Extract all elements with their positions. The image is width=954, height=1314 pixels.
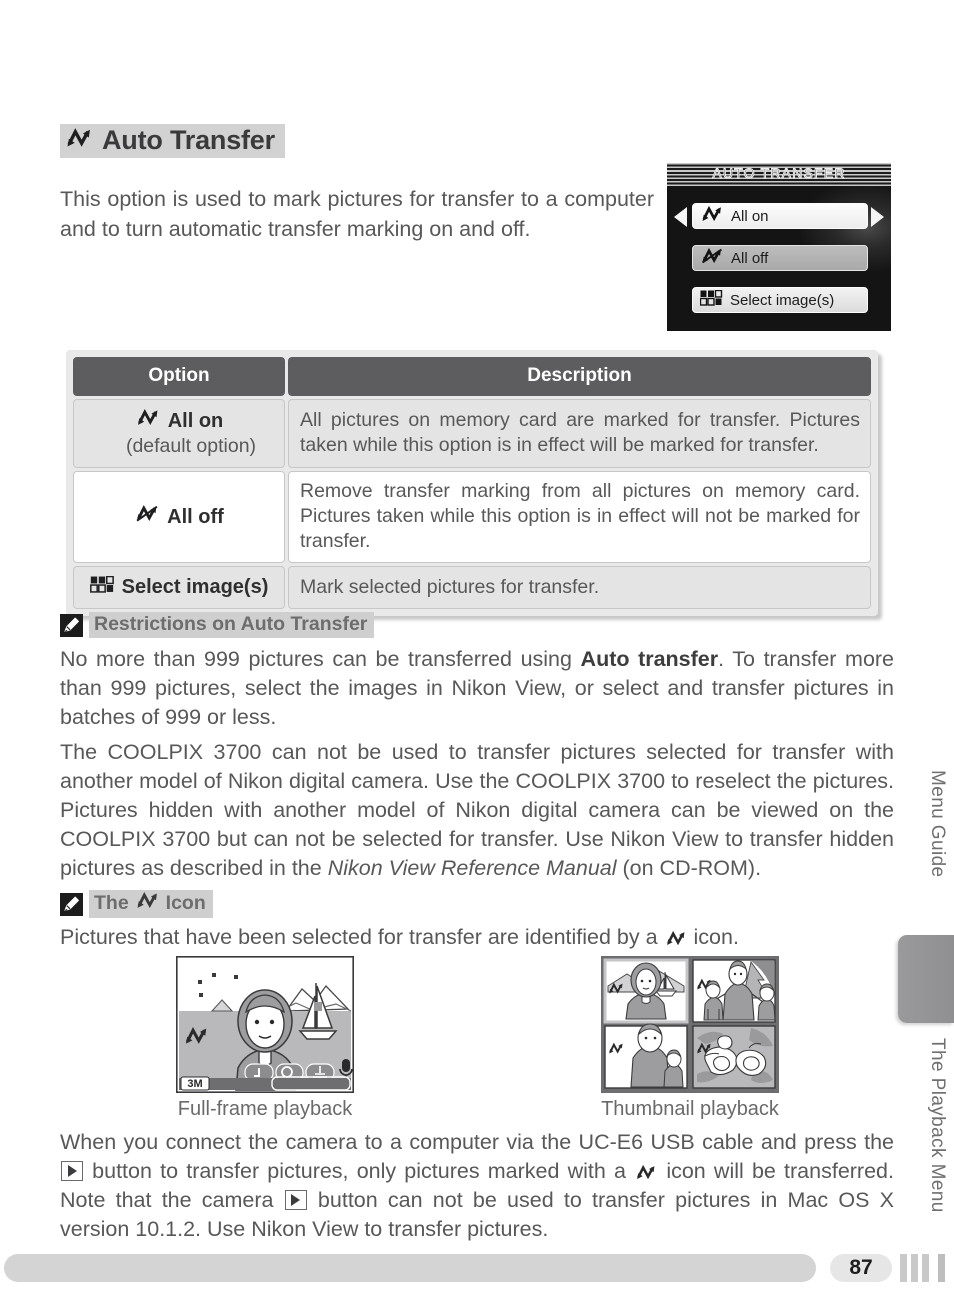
lcd-title-text: AUTO TRANSFER xyxy=(712,165,846,182)
footer-bar xyxy=(4,1254,816,1282)
table-row: All on (default option) All pictures on … xyxy=(73,399,871,468)
transfer-icon xyxy=(64,127,94,154)
note-title-label: Restrictions on Auto Transfer xyxy=(94,613,368,635)
right-arrow-icon[interactable] xyxy=(871,207,884,227)
transfer-icon xyxy=(634,1159,658,1183)
thumbnail-grid-icon xyxy=(699,289,723,310)
thumbnail-3 xyxy=(604,1023,688,1089)
lcd-menu-item-label: Select image(s) xyxy=(730,291,835,309)
option-sublabel: (default option) xyxy=(125,435,257,457)
left-arrow-icon[interactable] xyxy=(674,207,687,227)
note-paragraph-3: Pictures that have been selected for tra… xyxy=(60,925,739,949)
side-label-playback-menu: The Playback Menu xyxy=(927,1038,948,1213)
page-number: 87 xyxy=(830,1254,892,1282)
manual-page: Auto Transfer This option is used to mar… xyxy=(0,0,954,1314)
full-frame-playback-figure: 3M xyxy=(176,956,354,1093)
note-title-text: Restrictions on Auto Transfer xyxy=(89,612,375,638)
option-cell-all-off: All off xyxy=(73,471,285,563)
thumbnail-4 xyxy=(692,1025,776,1089)
pencil-icon xyxy=(60,613,83,637)
intro-paragraph: This option is used to mark pictures for… xyxy=(60,186,654,241)
side-label-menu-guide: Menu Guide xyxy=(927,770,948,878)
lcd-menu-item-label: All on xyxy=(731,207,769,225)
description-cell: Mark selected pictures for transfer. xyxy=(288,566,871,609)
figure-caption-thumbnail: Thumbnail playback xyxy=(601,1098,779,1120)
transfer-off-icon xyxy=(700,247,724,269)
option-label: All on xyxy=(167,409,224,432)
option-label: Select image(s) xyxy=(121,576,269,598)
note-heading-restrictions: Restrictions on Auto Transfer xyxy=(60,612,375,638)
side-tab-marker[interactable] xyxy=(898,935,954,1023)
options-table: Option Description All on (default optio… xyxy=(66,350,878,616)
transfer-icon xyxy=(135,408,161,434)
lcd-menu-item-all-on[interactable]: All on xyxy=(692,203,868,229)
table-row: Select image(s) Mark selected pictures f… xyxy=(73,566,871,609)
footer-tick xyxy=(922,1254,929,1282)
description-cell: Remove transfer marking from all picture… xyxy=(288,471,871,563)
table-header-row: Option Description xyxy=(73,357,871,396)
column-header-option: Option xyxy=(73,357,285,396)
option-cell-select-images: Select image(s) xyxy=(73,566,285,609)
note-title-suffix: Icon xyxy=(165,892,206,914)
thumbnail-1 xyxy=(603,958,689,1024)
transfer-icon xyxy=(664,925,688,949)
figure-caption-full-frame: Full-frame playback xyxy=(177,1098,353,1120)
lcd-menu-item-label: All off xyxy=(731,249,769,267)
column-header-description: Description xyxy=(288,357,871,396)
lcd-menu-item-select-images[interactable]: Select image(s) xyxy=(692,287,868,313)
note-title-prefix: The xyxy=(94,892,129,914)
description-cell: All pictures on memory card are marked f… xyxy=(288,399,871,468)
thumbnail-grid-icon xyxy=(89,575,115,600)
image-size-badge: 3M xyxy=(187,1078,202,1090)
note-title-text: The Icon xyxy=(89,890,213,918)
transfer-icon xyxy=(700,205,724,227)
note-paragraph-1: No more than 999 pictures can be transfe… xyxy=(60,647,895,729)
option-cell-all-on: All on (default option) xyxy=(73,399,285,468)
transfer-icon xyxy=(134,891,161,915)
footer-tick xyxy=(911,1254,918,1282)
option-label: All off xyxy=(167,505,224,528)
footer-tick xyxy=(938,1254,945,1282)
camera-lcd-screenshot: AUTO TRANSFER All on All off Select imag… xyxy=(667,163,891,331)
note-paragraph-2: The COOLPIX 3700 can not be used to tran… xyxy=(60,740,894,880)
lcd-menu-item-all-off[interactable]: All off xyxy=(692,245,868,271)
note-heading-icon: The Icon xyxy=(60,890,213,918)
pencil-icon xyxy=(60,892,83,916)
lcd-title-bar: AUTO TRANSFER xyxy=(667,163,891,186)
thumbnail-playback-figure xyxy=(601,956,779,1093)
transfer-off-icon xyxy=(134,504,160,530)
page-title: Auto Transfer xyxy=(60,124,285,158)
table-row: All off Remove transfer marking from all… xyxy=(73,471,871,563)
footer-tick xyxy=(900,1254,907,1282)
page-title-text: Auto Transfer xyxy=(102,124,275,155)
thumbnail-2 xyxy=(692,959,776,1023)
closing-paragraph: When you connect the camera to a compute… xyxy=(60,1130,895,1241)
